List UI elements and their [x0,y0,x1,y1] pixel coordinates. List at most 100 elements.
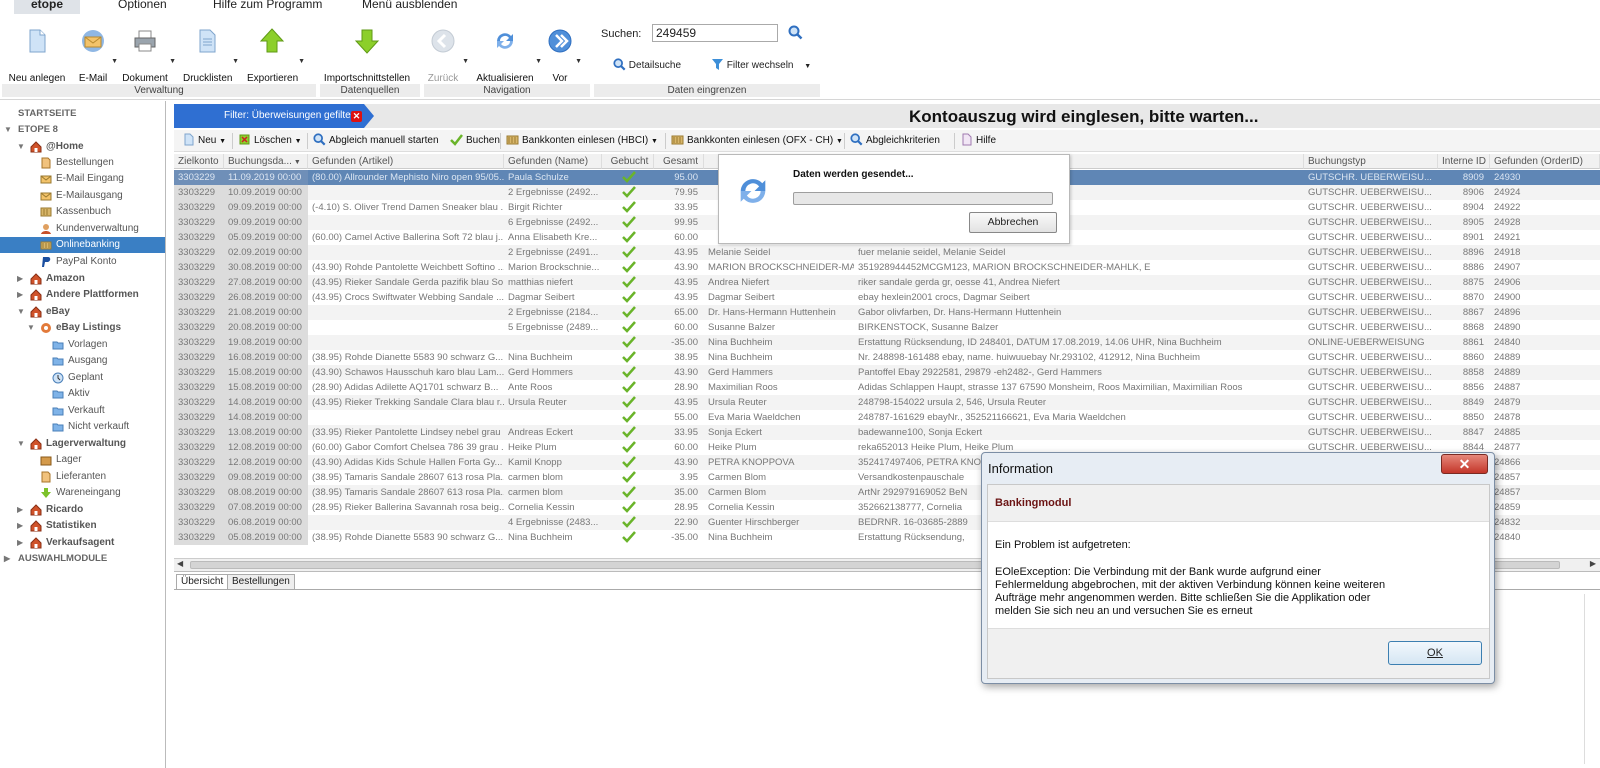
sidebar-item-statistiken[interactable]: ▶ Statistiken [0,518,165,534]
table-row[interactable]: 3303229 15.08.2019 00:00 (28.90) Adidas Ad… [174,380,1600,395]
book-button[interactable]: Buchen [450,133,500,149]
export-button[interactable]: Exportieren ▼ [247,28,305,88]
new-button[interactable]: Neu anlegen [8,28,66,88]
sidebar-item-vorlagen[interactable]: Vorlagen [0,337,165,353]
sidebar-item-lager[interactable]: Lager [0,452,165,468]
chevron-down-icon[interactable]: ▼ [17,436,25,452]
menu-tab-etope[interactable]: etope [14,0,80,14]
back-button[interactable]: Zurück ▼ [425,28,469,88]
column-header[interactable]: Zielkonto [174,154,224,169]
read-hbci-button[interactable]: Bankkonten einlesen (HBCI) ▼ [506,133,658,149]
table-row[interactable]: 3303229 19.08.2019 00:00 -35.00 Nina Buchhe… [174,335,1600,350]
tab-orders[interactable]: Bestellungen [227,574,295,590]
sidebar-item-andere-plattformen[interactable]: ▶ Andere Plattformen [0,287,165,303]
chevron-down-icon[interactable]: ▼ [232,58,239,65]
chevron-down-icon[interactable]: ▼ [111,58,118,65]
match-criteria-button[interactable]: Abgleichkriterien [850,133,940,149]
table-row[interactable]: 3303229 27.08.2019 00:00 (43.95) Rieker Sa… [174,275,1600,290]
sidebar-item-@home[interactable]: ▼ @Home [0,139,165,155]
chevron-down-icon[interactable]: ▼ [27,320,35,336]
cancel-button[interactable]: Abbrechen [969,212,1057,233]
column-header[interactable]: Interne ID [1438,154,1490,169]
search-input[interactable]: 249459 [652,24,778,42]
table-row[interactable]: 3303229 16.08.2019 00:00 (38.95) Rohde Dia… [174,350,1600,365]
sidebar-item-ausgang[interactable]: Ausgang [0,353,165,369]
chevron-right-icon[interactable]: ▶ [17,502,23,518]
sort-desc-icon[interactable]: ▼ [292,159,301,166]
scroll-right-icon[interactable]: ▶ [1590,559,1596,568]
chevron-right-icon[interactable]: ▶ [17,535,23,551]
chevron-down-icon[interactable]: ▼ [575,58,582,65]
sidebar-item-ebay-listings[interactable]: ▼ eBay Listings [0,320,165,336]
sidebar-item-auswahlmodule[interactable]: ▶ AUSWAHLMODULE [0,551,165,567]
sidebar-item-aktiv[interactable]: Aktiv [0,386,165,402]
sidebar-item-verkaufsagent[interactable]: ▶ Verkaufsagent [0,535,165,551]
chevron-down-icon[interactable]: ▼ [462,58,469,65]
table-row[interactable]: 3303229 02.09.2019 00:00 2 Ergebnisse (249… [174,245,1600,260]
sidebar-item-e-mail-eingang[interactable]: E-Mail Eingang [0,171,165,187]
sidebar-item-paypal-konto[interactable]: PayPal Konto [0,254,165,270]
chevron-down-icon[interactable]: ▼ [4,122,12,138]
table-row[interactable]: 3303229 20.08.2019 00:00 5 Ergebnisse (248… [174,320,1600,335]
sidebar-item-nicht-verkauft[interactable]: Nicht verkauft [0,419,165,435]
sidebar-item-onlinebanking[interactable]: Onlinebanking [0,237,165,253]
table-row[interactable]: 3303229 26.08.2019 00:00 (43.95) Crocs Swi… [174,290,1600,305]
column-header[interactable]: Gebucht [602,154,654,169]
sidebar-item-kassenbuch[interactable]: Kassenbuch [0,204,165,220]
chevron-down-icon[interactable]: ▼ [804,63,811,70]
chevron-right-icon[interactable]: ▶ [17,518,23,534]
column-header[interactable]: Gefunden (OrderID) [1490,154,1600,169]
column-header[interactable]: Gefunden (Artikel) [308,154,504,169]
chevron-right-icon[interactable]: ▶ [17,271,23,287]
table-row[interactable]: 3303229 14.08.2019 00:00 55.00 Eva Maria Wa… [174,410,1600,425]
ok-button[interactable]: OK [1388,641,1482,665]
menu-tab-hilfe[interactable]: Hilfe zum Programm [205,0,330,14]
sidebar-item-amazon[interactable]: ▶ Amazon [0,271,165,287]
table-row[interactable]: 3303229 30.08.2019 00:00 (43.90) Rohde Pan… [174,260,1600,275]
table-row[interactable]: 3303229 14.08.2019 00:00 (43.95) Rieker Tr… [174,395,1600,410]
table-row[interactable]: 3303229 15.08.2019 00:00 (43.90) Schawos H… [174,365,1600,380]
table-row[interactable]: 3303229 21.08.2019 00:00 2 Ergebnisse (218… [174,305,1600,320]
sidebar-item-startseite[interactable]: STARTSEITE [0,106,165,122]
sidebar-item-lieferanten[interactable]: Lieferanten [0,469,165,485]
print-lists-button[interactable]: Drucklisten ▼ [183,28,239,88]
column-header[interactable]: Gesamt [654,154,704,169]
chevron-down-icon[interactable]: ▼ [17,304,25,320]
menu-tab-optionen[interactable]: Optionen [110,0,175,14]
manual-match-button[interactable]: Abgleich manuell starten [313,133,439,149]
search-icon[interactable] [788,25,803,40]
new-button[interactable]: Neu ▼ [182,133,226,149]
email-button[interactable]: E-Mail ▼ [76,28,118,88]
scroll-left-icon[interactable]: ◀ [177,559,183,568]
chevron-down-icon[interactable]: ▼ [169,58,176,65]
tab-overview[interactable]: Übersicht [176,574,229,590]
menu-tab-menu-ausblenden[interactable]: Menü ausblenden [354,0,465,14]
chevron-down-icon[interactable]: ▼ [535,58,542,65]
sidebar-item-ebay[interactable]: ▼ eBay [0,304,165,320]
forward-button[interactable]: Vor ▼ [546,28,582,88]
table-row[interactable]: 3303229 13.08.2019 00:00 (33.95) Rieker Pa… [174,425,1600,440]
chevron-right-icon[interactable]: ▶ [4,551,10,567]
sidebar-item-bestellungen[interactable]: Bestellungen [0,155,165,171]
switch-filter-button[interactable]: Filter wechseln ▼ [711,58,811,71]
import-interfaces-button[interactable]: Importschnittstellen [322,28,412,88]
help-button[interactable]: Hilfe [960,133,996,149]
sidebar-item-wareneingang[interactable]: Wareneingang [0,485,165,501]
sidebar-item-geplant[interactable]: Geplant [0,370,165,386]
vertical-scrollbar[interactable] [1584,594,1594,764]
column-header[interactable]: Buchungsda... ▼ [224,154,308,169]
sidebar-item-e-mailausgang[interactable]: E-Mailausgang [0,188,165,204]
chevron-down-icon[interactable]: ▼ [17,139,25,155]
sidebar-item-lagerverwaltung[interactable]: ▼ Lagerverwaltung [0,436,165,452]
delete-button[interactable]: Löschen ▼ [238,133,302,149]
read-ofx-button[interactable]: Bankkonten einlesen (OFX - CH) ▼ [671,133,843,149]
sidebar-item-verkauft[interactable]: Verkauft [0,403,165,419]
sidebar-item-etope-8[interactable]: ▼ ETOPE 8 [0,122,165,138]
close-button[interactable]: ✕ [1441,454,1488,474]
refresh-button[interactable]: Aktualisieren ▼ [476,28,542,88]
close-icon[interactable]: ✕ [351,111,362,122]
sidebar-item-kundenverwaltung[interactable]: Kundenverwaltung [0,221,165,237]
sidebar-item-ricardo[interactable]: ▶ Ricardo [0,502,165,518]
column-header[interactable]: Gefunden (Name) [504,154,602,169]
document-button[interactable]: Dokument ▼ [122,28,176,88]
